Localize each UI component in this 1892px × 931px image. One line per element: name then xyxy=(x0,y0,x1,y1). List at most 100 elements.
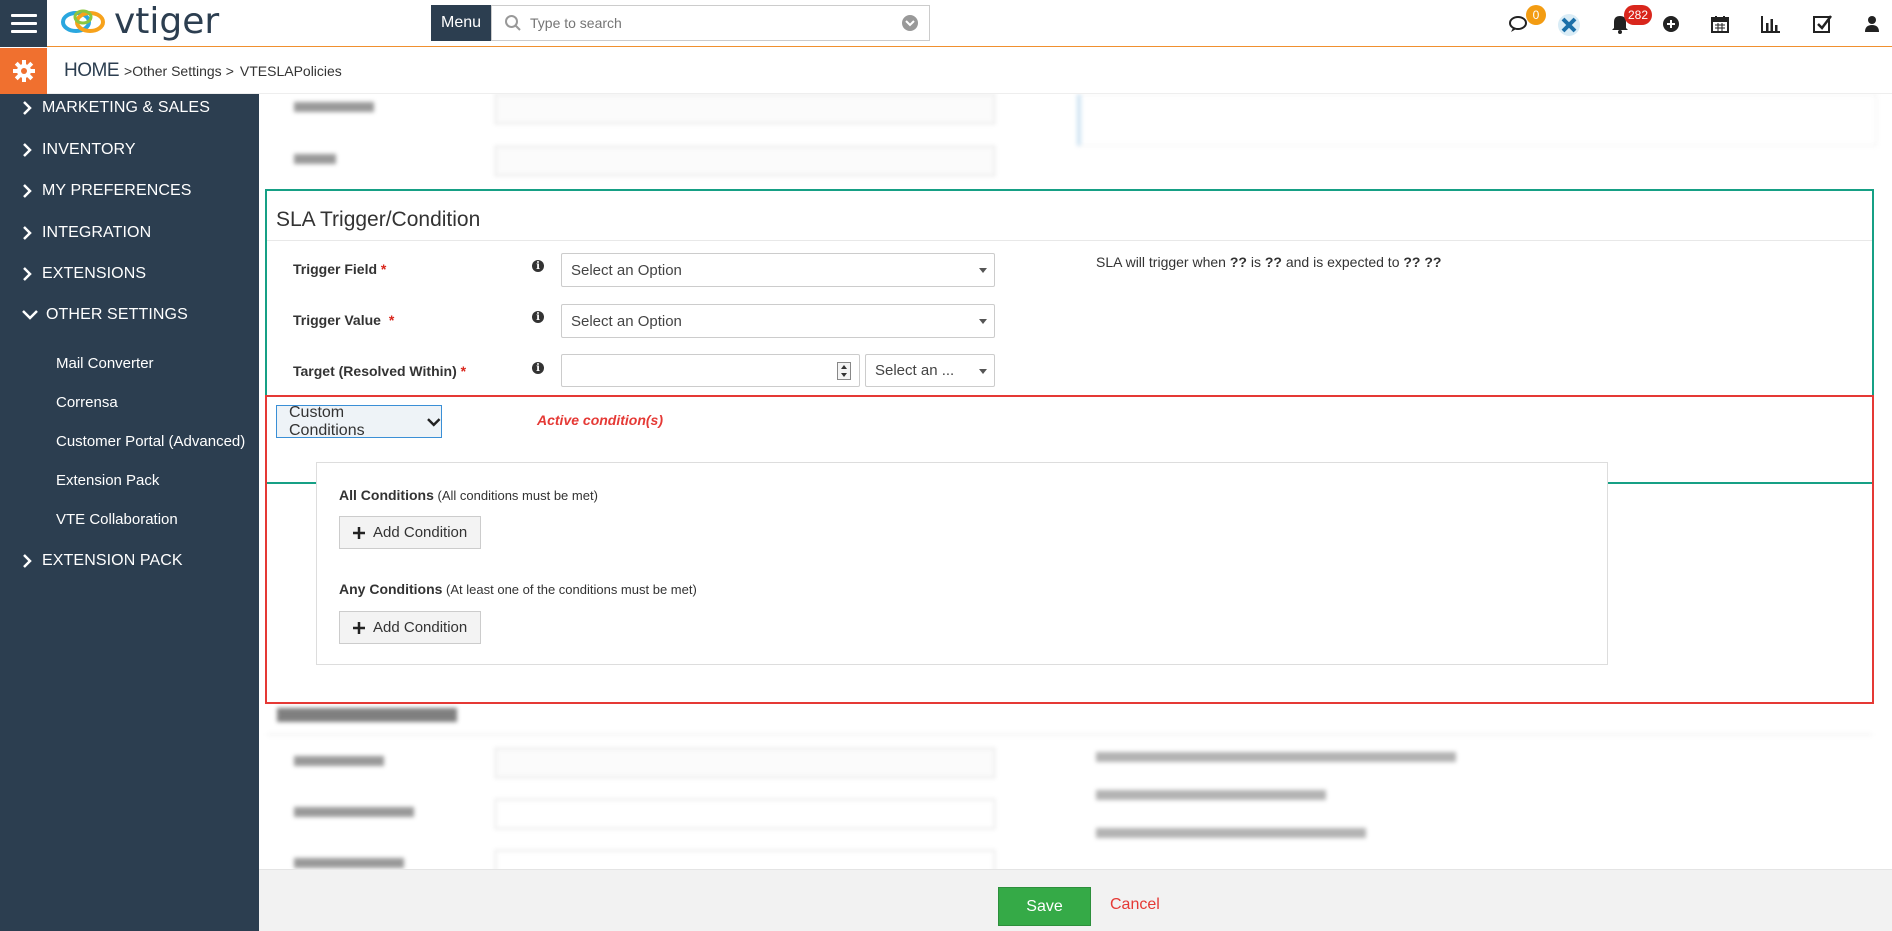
blurred-divider xyxy=(267,734,1872,735)
chevron-right-icon xyxy=(23,267,32,281)
chat-icon[interactable] xyxy=(1508,14,1528,34)
top-navigation-bar: vtiger Menu 0 282 xyxy=(0,0,1892,47)
cancel-link[interactable]: Cancel xyxy=(1110,896,1160,914)
trigger-value-label: Trigger Value * xyxy=(293,312,394,328)
sidebar-item-marketing-sales[interactable]: MARKETING & SALES xyxy=(22,99,210,117)
sidebar-item-label: EXTENSION PACK xyxy=(42,552,183,569)
all-conditions-note: (All conditions must be met) xyxy=(433,488,598,503)
trigger-field-select[interactable]: Select an Option xyxy=(561,253,995,287)
required-asterisk: * xyxy=(380,261,387,277)
search-input[interactable] xyxy=(530,15,901,31)
user-profile-icon[interactable] xyxy=(1862,14,1882,34)
chevron-down-icon xyxy=(427,417,441,427)
custom-conditions-toggle-button[interactable]: Custom Conditions xyxy=(276,404,442,439)
blurred-text xyxy=(1096,828,1366,838)
info-icon[interactable]: i xyxy=(532,311,544,323)
plus-icon xyxy=(353,526,365,539)
sidebar-subitem-corrensa[interactable]: Corrensa xyxy=(56,394,118,411)
add-all-condition-button[interactable]: Add Condition xyxy=(339,516,482,549)
any-conditions-heading: Any Conditions (At least one of the cond… xyxy=(339,581,697,597)
sidebar-subitem-vte-collaboration[interactable]: VTE Collaboration xyxy=(56,511,178,528)
sidebar-item-extensions[interactable]: EXTENSIONS xyxy=(22,265,146,283)
menu-button[interactable]: Menu xyxy=(431,5,491,41)
trigger-value-select[interactable]: Select an Option xyxy=(561,304,995,338)
active-conditions-label: Active condition(s) xyxy=(537,412,664,428)
quick-create-plus-icon[interactable] xyxy=(1661,14,1681,34)
breadcrumb-separator: > xyxy=(225,63,234,79)
chevron-right-icon xyxy=(23,226,32,240)
breadcrumb-other-settings[interactable]: Other Settings xyxy=(132,63,222,79)
spinner-up-icon[interactable] xyxy=(841,365,847,369)
extension-x-icon[interactable] xyxy=(1557,13,1581,37)
save-button[interactable]: Save xyxy=(998,887,1091,926)
breadcrumb-home[interactable]: HOME xyxy=(64,60,120,82)
sidebar-item-label: MY PREFERENCES xyxy=(42,182,192,199)
vtiger-logo-mark-icon xyxy=(61,9,105,33)
spinner-down-icon[interactable] xyxy=(841,373,847,377)
settings-sidebar: MARKETING & SALES INVENTORY MY PREFERENC… xyxy=(0,94,259,931)
settings-gear-icon[interactable] xyxy=(0,48,47,94)
breadcrumb-vteslapolicies[interactable]: VTESLAPolicies xyxy=(240,63,342,79)
blurred-label xyxy=(294,154,336,164)
hamburger-menu-icon[interactable] xyxy=(0,0,47,47)
search-options-icon[interactable] xyxy=(901,14,919,32)
blurred-textarea xyxy=(1077,94,1877,146)
vtiger-logo[interactable]: vtiger xyxy=(58,2,219,42)
target-resolved-label-text: Target (Resolved Within) xyxy=(293,363,457,379)
sidebar-subitem-customer-portal[interactable]: Customer Portal (Advanced) xyxy=(56,433,245,450)
any-conditions-title: Any Conditions xyxy=(339,581,443,597)
chevron-right-icon xyxy=(23,184,32,198)
search-icon xyxy=(505,15,521,31)
form-footer: Save Cancel xyxy=(259,869,1892,931)
sidebar-item-my-preferences[interactable]: MY PREFERENCES xyxy=(22,182,192,200)
chevron-right-icon xyxy=(23,554,32,568)
sidebar-subitem-extension-pack[interactable]: Extension Pack xyxy=(56,472,159,489)
all-conditions-heading: All Conditions (All conditions must be m… xyxy=(339,487,598,503)
target-number-input[interactable] xyxy=(561,354,860,387)
blurred-label xyxy=(294,756,384,766)
global-search[interactable] xyxy=(491,5,930,41)
blurred-label xyxy=(294,858,404,868)
chat-badge: 0 xyxy=(1526,5,1546,25)
sidebar-item-label: INTEGRATION xyxy=(42,224,152,241)
dropdown-arrow-icon xyxy=(979,268,987,273)
dropdown-arrow-icon xyxy=(979,319,987,324)
blurred-label xyxy=(294,807,414,817)
tasks-checkbox-icon[interactable] xyxy=(1813,14,1833,34)
reports-chart-icon[interactable] xyxy=(1761,14,1781,34)
summary-field-placeholder: ?? xyxy=(1229,254,1247,270)
section-divider xyxy=(267,240,1872,241)
sidebar-item-label: MARKETING & SALES xyxy=(42,99,210,116)
summary-mid: and is expected to xyxy=(1281,254,1404,270)
sidebar-item-label: EXTENSIONS xyxy=(42,265,147,282)
sidebar-item-integration[interactable]: INTEGRATION xyxy=(22,224,151,242)
dropdown-arrow-icon xyxy=(979,369,987,374)
blurred-select xyxy=(495,94,995,124)
sidebar-item-inventory[interactable]: INVENTORY xyxy=(22,141,136,159)
calendar-icon[interactable] xyxy=(1710,14,1730,34)
chevron-right-icon xyxy=(23,143,32,157)
add-any-condition-button[interactable]: Add Condition xyxy=(339,611,482,644)
plus-icon xyxy=(353,621,365,634)
notification-badge: 282 xyxy=(1624,5,1653,25)
trigger-field-label-text: Trigger Field xyxy=(293,261,378,277)
info-icon[interactable]: i xyxy=(532,260,544,272)
chevron-right-icon xyxy=(23,101,32,115)
sidebar-item-extension-pack[interactable]: EXTENSION PACK xyxy=(22,552,183,570)
main-content: SLA Trigger/Condition Trigger Field * i … xyxy=(259,94,1892,931)
summary-target-placeholder: ?? ?? xyxy=(1403,254,1442,270)
blurred-label xyxy=(294,102,374,112)
info-icon[interactable]: i xyxy=(532,362,544,374)
trigger-field-select-value: Select an Option xyxy=(571,261,682,279)
blurred-heading xyxy=(277,708,457,722)
sidebar-item-other-settings[interactable]: OTHER SETTINGS xyxy=(22,306,188,324)
number-spinner[interactable] xyxy=(837,362,851,380)
chevron-down-icon xyxy=(22,310,38,320)
trigger-value-select-value: Select an Option xyxy=(571,312,682,330)
target-resolved-label: Target (Resolved Within) * xyxy=(293,363,466,379)
breadcrumb: HOME > Other Settings > VTESLAPolicies xyxy=(64,60,342,82)
summary-prefix: SLA will trigger when xyxy=(1096,254,1230,270)
target-unit-select[interactable]: Select an ... xyxy=(865,354,995,387)
sidebar-subitem-mail-converter[interactable]: Mail Converter xyxy=(56,355,154,372)
logo-text: vtiger xyxy=(114,1,220,42)
